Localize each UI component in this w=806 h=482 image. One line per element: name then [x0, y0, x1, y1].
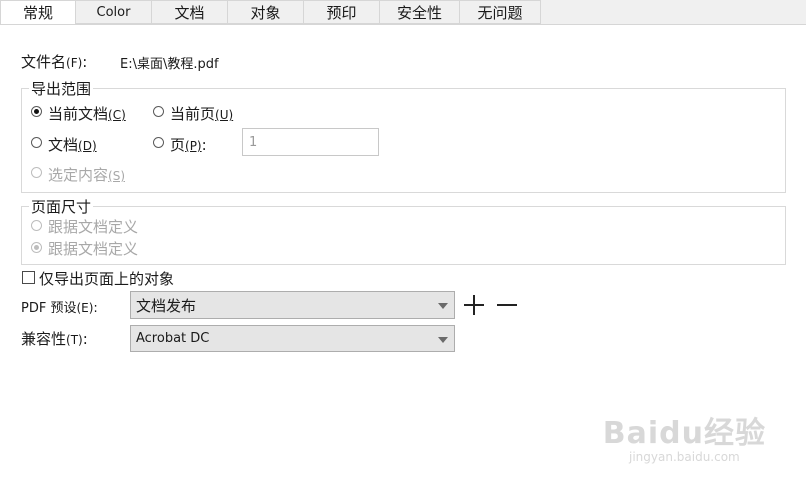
pdf-preset-select[interactable]: 文档发布	[130, 291, 455, 319]
compatibility-colon: :	[82, 330, 88, 348]
page-accel: (P)	[185, 139, 202, 153]
page-label: 页(P):	[170, 134, 207, 155]
tab-label: 预印	[326, 3, 357, 22]
document-label: 文档(D)	[48, 134, 97, 155]
watermark-logo: Baidu经验	[602, 416, 766, 451]
page-number-input[interactable]: 1	[242, 128, 379, 156]
add-preset-plus-icon[interactable]	[464, 295, 484, 315]
page-size-option-1-label: 跟据文档定义	[48, 218, 139, 236]
document-accel: (D)	[78, 139, 97, 153]
pdf-preset-value: 文档发布	[136, 296, 197, 315]
radio-selection[interactable]	[31, 167, 42, 178]
export-range-legend: 导出范围	[31, 80, 92, 98]
selection-accel: (S)	[108, 169, 125, 183]
tab-label: 常规	[22, 4, 53, 22]
current-page-accel: (U)	[215, 108, 234, 122]
tab-color[interactable]: Color	[75, 0, 152, 24]
selection-text: 选定内容	[48, 166, 109, 184]
page-size-option-2-label: 跟据文档定义	[48, 240, 139, 258]
export-only-on-page-label: 仅导出页面上的对象	[39, 270, 175, 288]
compatibility-value: Acrobat DC	[136, 331, 210, 346]
file-name-accel: (F)	[66, 56, 83, 70]
compatibility-accel: (T)	[66, 333, 83, 347]
tab-document[interactable]: 文档	[151, 0, 228, 24]
chevron-down-icon	[438, 336, 448, 343]
tab-label: 无问题	[477, 3, 523, 22]
page-colon: :	[201, 136, 207, 154]
radio-current-page[interactable]	[153, 106, 164, 117]
radio-page-size-doc-defined-1[interactable]	[31, 220, 42, 231]
radio-page[interactable]	[153, 137, 164, 148]
radio-document[interactable]	[31, 137, 42, 148]
tab-prepress[interactable]: 预印	[303, 0, 380, 24]
compatibility-label: 兼容性(T):	[21, 328, 88, 349]
compatibility-text: 兼容性	[21, 330, 67, 348]
pdf-preset-accel: (E)	[76, 301, 94, 315]
radio-current-document[interactable]	[31, 106, 42, 117]
current-page-label: 当前页(U)	[170, 103, 233, 124]
tab-divider	[0, 24, 806, 25]
file-name-value: E:\桌面\教程.pdf	[120, 57, 219, 72]
tab-label: 对象	[250, 3, 281, 22]
file-name-text: 文件名	[21, 53, 67, 71]
current-document-text: 当前文档	[48, 105, 109, 123]
pdf-preset-text: PDF 预设	[21, 301, 77, 316]
current-document-accel: (C)	[108, 108, 126, 122]
pdf-preset-label: PDF 预设(E):	[21, 297, 98, 316]
file-name-label: 文件名(F):	[21, 51, 87, 72]
tab-security[interactable]: 安全性	[379, 0, 460, 24]
baidu-watermark: Baidu经验 jingyan.baidu.com	[603, 408, 766, 464]
current-page-text: 当前页	[170, 105, 216, 123]
page-text: 页	[170, 136, 186, 154]
remove-preset-minus-icon[interactable]	[497, 295, 517, 315]
export-only-on-page-checkbox[interactable]	[22, 271, 35, 284]
chevron-down-icon	[438, 303, 448, 309]
compatibility-select[interactable]: Acrobat DC	[130, 325, 455, 352]
tab-general[interactable]: 常规	[0, 0, 76, 25]
watermark-url: jingyan.baidu.com	[629, 450, 740, 464]
tab-label: 安全性	[396, 3, 442, 22]
document-text: 文档	[48, 136, 79, 154]
radio-page-size-doc-defined-2[interactable]	[31, 242, 42, 253]
tab-label: Color	[96, 4, 131, 20]
pdf-preset-colon: :	[93, 301, 98, 316]
selection-label: 选定内容(S)	[48, 164, 125, 185]
tab-label: 文档	[174, 3, 205, 22]
current-document-label: 当前文档(C)	[48, 103, 126, 124]
file-name-colon: :	[82, 53, 88, 71]
tab-no-issues[interactable]: 无问题	[459, 0, 541, 24]
tab-bar: 常规 Color 文档 对象 预印 安全性 无问题	[0, 0, 806, 25]
tab-objects[interactable]: 对象	[227, 0, 304, 24]
page-size-legend: 页面尺寸	[31, 198, 92, 216]
export-range-group: 导出范围	[21, 78, 786, 193]
